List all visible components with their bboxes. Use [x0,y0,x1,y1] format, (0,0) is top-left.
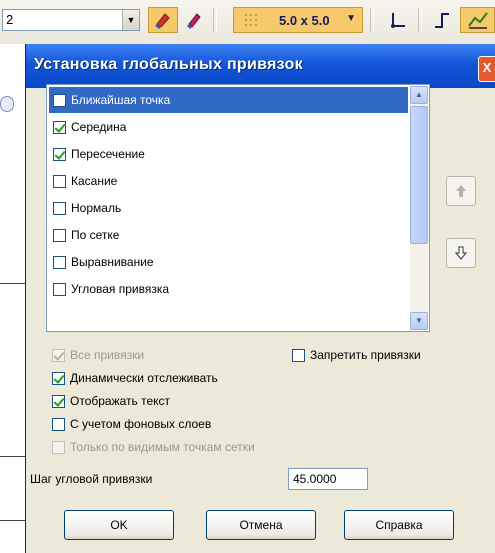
list-item-label: Ближайшая точка [71,93,171,107]
move-up-button[interactable] [446,176,476,206]
list-item[interactable]: Нормаль [49,195,408,221]
show-text-checkbox[interactable]: Отображать текст [52,392,170,410]
scroll-thumb[interactable] [410,106,428,244]
list-item-checkbox[interactable] [53,93,66,107]
chevron-down-icon: ▼ [415,316,423,325]
ortho-icon [391,13,405,28]
tab-icon [0,96,14,112]
move-down-button[interactable] [446,238,476,268]
parametric-button[interactable] [460,7,495,33]
ok-button[interactable]: OK [64,510,174,540]
list-item-checkbox[interactable] [53,174,66,188]
scroll-down-button[interactable]: ▼ [410,312,428,330]
visible-grid-only-checkbox[interactable]: Только по видимым точкам сетки [52,438,255,456]
dynamic-tracking-checkbox[interactable]: Динамически отслеживать [52,369,218,387]
list-item-checkbox[interactable] [53,228,66,242]
list-item-checkbox[interactable] [53,255,66,269]
chart-line-icon [467,12,488,29]
checkbox-label: Все привязки [70,348,145,362]
list-item-checkbox[interactable] [53,201,66,215]
all-snaps-checkbox[interactable]: Все привязки [52,346,144,364]
cancel-button[interactable]: Отмена [206,510,316,540]
list-item-label: Касание [71,174,118,188]
chevron-down-icon[interactable]: ▼ [122,10,139,30]
angle-step-input[interactable] [288,468,368,490]
toolbar-separator [370,8,374,32]
magnet-off-icon [187,13,201,29]
arrow-down-icon [455,246,467,260]
layer-combo-value: 2 [6,12,14,27]
chevron-down-icon: ▼ [346,13,356,24]
toolbar-separator [213,8,217,32]
list-item-label: По сетке [71,228,120,242]
checkbox-box [52,394,65,408]
checkbox-box [52,440,65,454]
checkbox-label: Только по видимым точкам сетки [70,440,255,454]
list-item-label: Угловая привязка [71,282,170,296]
grid-step-value: 5.0 x 5.0 [279,13,330,28]
list-item-label: Выравнивание [71,255,154,269]
scroll-up-button[interactable]: ▲ [410,86,428,104]
magnet-icon [155,13,170,29]
list-item-label: Середина [71,120,127,134]
list-item[interactable]: Выравнивание [49,249,408,275]
arrow-up-icon [456,185,466,197]
background-layers-checkbox[interactable]: С учетом фоновых слоев [52,415,211,433]
list-item[interactable]: Угловая привязка [49,276,408,302]
grid-step-combo[interactable]: 5.0 x 5.0 ▼ [233,7,363,33]
chevron-up-icon: ▲ [415,90,423,99]
snap-settings-dialog: Установка глобальных привязок X Ближайша… [26,44,495,553]
list-item[interactable]: Касание [49,168,408,194]
layer-combo[interactable]: 2 ▼ [2,9,140,31]
help-button[interactable]: Справка [344,510,454,540]
checkbox-label: С учетом фоновых слоев [70,417,212,431]
list-item-checkbox[interactable] [53,120,66,134]
dialog-titlebar[interactable]: Установка глобальных привязок X [26,44,495,88]
step-icon [435,13,449,28]
toolbar: 2 ▼ 5.0 x 5.0 ▼ [0,0,495,44]
grid-icon [245,14,257,26]
step-button[interactable] [428,7,456,33]
toolbar-separator [418,8,422,32]
list-item-checkbox[interactable] [53,282,66,296]
local-snap-button[interactable] [180,7,208,33]
checkbox-box [52,348,65,362]
close-icon: X [482,60,492,75]
list-item-checkbox[interactable] [53,147,66,161]
dialog-title: Установка глобальных привязок [34,56,303,73]
checkbox-box [292,348,305,362]
list-item-label: Нормаль [71,201,122,215]
angle-step-label: Шаг угловой привязки [30,472,153,486]
forbid-snaps-checkbox[interactable]: Запретить привязки [292,346,421,364]
checkbox-box [52,417,65,431]
close-button[interactable]: X [478,56,495,82]
list-scrollbar[interactable]: ▲ ▼ [410,86,428,330]
checkbox-label: Отображать текст [70,394,171,408]
checkbox-label: Запретить привязки [310,348,421,362]
snap-magnet-button[interactable] [148,7,178,33]
ortho-button[interactable] [383,7,413,33]
list-item[interactable]: Ближайшая точка [49,87,408,113]
snap-list[interactable]: Ближайшая точка Середина Пересечение Кас… [46,84,430,332]
checkbox-box [52,371,65,385]
list-item-label: Пересечение [71,147,145,161]
list-item[interactable]: Пересечение [49,141,408,167]
list-item[interactable]: Середина [49,114,408,140]
checkbox-label: Динамически отслеживать [70,371,218,385]
list-item[interactable]: По сетке [49,222,408,248]
